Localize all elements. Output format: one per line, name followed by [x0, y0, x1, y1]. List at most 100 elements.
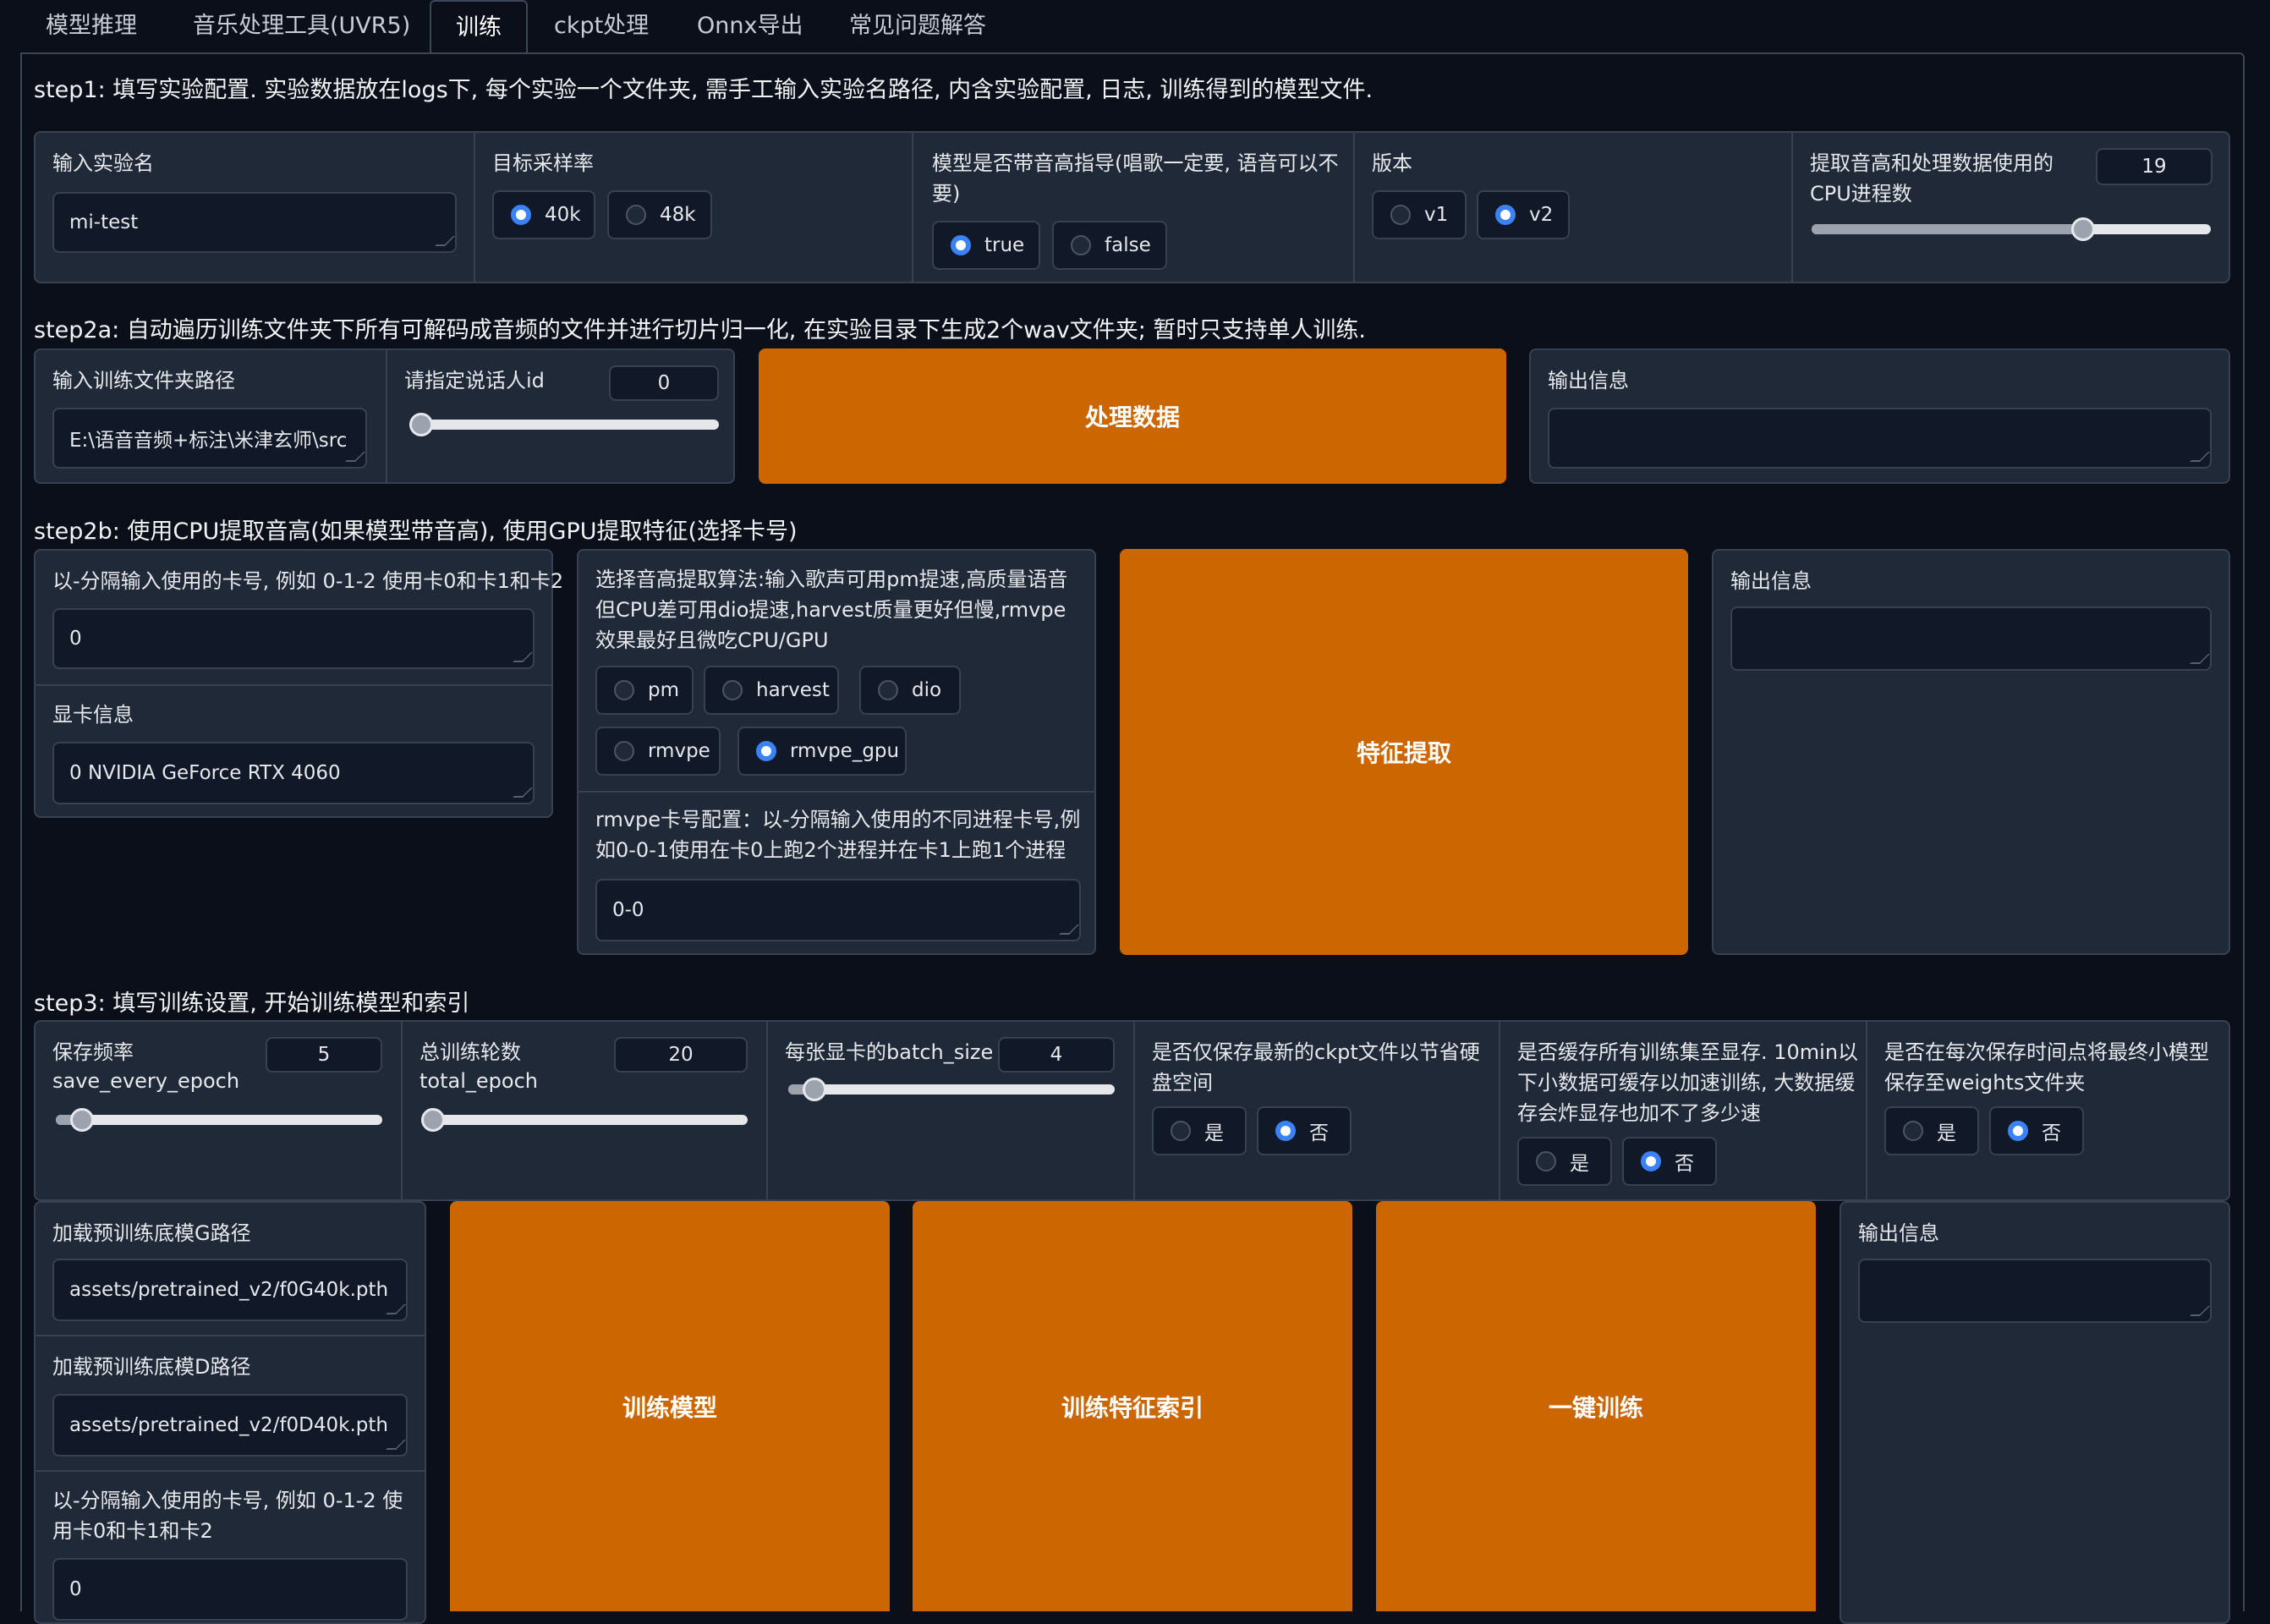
- exp-name-value: mi-test: [69, 211, 139, 233]
- total-epoch-label: 总训练轮数: [419, 1040, 521, 1064]
- slider-thumb[interactable]: [2070, 217, 2095, 241]
- tab-onnx[interactable]: Onnx导出: [697, 0, 803, 52]
- tab-ckpt[interactable]: ckpt处理: [554, 0, 649, 52]
- resize-grip-icon[interactable]: [386, 1440, 406, 1450]
- radio-label: v2: [1529, 204, 1554, 226]
- save-freq-label: 保存频率: [52, 1040, 134, 1064]
- radio-label: pm: [648, 679, 680, 701]
- f0-method-pm[interactable]: pm: [595, 666, 694, 715]
- radio-label: 否: [1309, 1122, 1329, 1144]
- slider-thumb[interactable]: [409, 413, 433, 436]
- step1-title: step1: 填写实验配置. 实验数据放在logs下, 每个实验一个文件夹, 需…: [34, 77, 1374, 103]
- output-label: 输出信息: [1548, 369, 1629, 392]
- tab-inference[interactable]: 模型推理: [46, 0, 137, 52]
- output-label: 输出信息: [1730, 569, 1812, 593]
- train-model-button[interactable]: 训练模型: [450, 1201, 890, 1611]
- save-freq-input[interactable]: 5: [266, 1037, 382, 1073]
- f0-method-harvest[interactable]: harvest: [704, 666, 839, 715]
- radio-unselected-icon: [878, 680, 898, 700]
- train-dir-value: E:\语音音频+标注\米津玄师\src: [69, 430, 348, 452]
- step3-output-textbox[interactable]: [1858, 1259, 2212, 1323]
- f0-method-rmvpe-gpu[interactable]: rmvpe_gpu: [737, 727, 907, 776]
- gpu-panel: 以-分隔输入使用的卡号, 例如 0-1-2 使用卡0和卡1和卡2 0 显卡信息 …: [34, 549, 563, 818]
- exp-name-label: 输入实验名: [52, 151, 154, 175]
- exp-name-input[interactable]: mi-test: [52, 192, 457, 253]
- radio-label: 是: [1570, 1153, 1589, 1175]
- slider-thumb[interactable]: [421, 1108, 445, 1132]
- train-dir-input[interactable]: E:\语音音频+标注\米津玄师\src: [52, 408, 367, 469]
- radio-selected-icon: [756, 741, 776, 761]
- divider: [1353, 133, 1355, 282]
- pretrained-g-label: 加载预训练底模G路径: [52, 1221, 251, 1245]
- cache-gpu-yes[interactable]: 是: [1517, 1137, 1612, 1186]
- train-index-button[interactable]: 训练特征索引: [913, 1201, 1352, 1611]
- process-data-button[interactable]: 处理数据: [759, 348, 1506, 484]
- cache-gpu-no[interactable]: 否: [1622, 1137, 1717, 1186]
- resize-grip-icon[interactable]: [1059, 924, 1079, 935]
- resize-grip-icon[interactable]: [513, 652, 533, 662]
- radio-label: v1: [1424, 204, 1449, 226]
- divider: [1133, 1022, 1135, 1199]
- radio-unselected-icon: [1071, 235, 1091, 255]
- tab-train[interactable]: 训练: [430, 0, 528, 54]
- resize-grip-icon[interactable]: [2190, 654, 2210, 664]
- save-latest-yes[interactable]: 是: [1152, 1106, 1247, 1155]
- speaker-id-input[interactable]: 0: [609, 365, 719, 401]
- speaker-id-slider[interactable]: [409, 413, 719, 436]
- cpu-processes-input[interactable]: 19: [2096, 148, 2212, 185]
- slider-thumb[interactable]: [802, 1078, 826, 1101]
- gpus-input[interactable]: 0: [52, 608, 535, 669]
- batch-size-slider[interactable]: [788, 1078, 1115, 1101]
- one-click-train-button[interactable]: 一键训练: [1376, 1201, 1816, 1611]
- resize-grip-icon[interactable]: [2190, 1306, 2210, 1316]
- step2a-output-textbox[interactable]: [1548, 408, 2212, 469]
- resize-grip-icon[interactable]: [2190, 452, 2210, 462]
- resize-grip-icon[interactable]: [435, 236, 455, 246]
- f0-method-dio[interactable]: dio: [859, 666, 961, 715]
- resize-grip-icon[interactable]: [345, 452, 365, 462]
- divider: [36, 1470, 425, 1472]
- step2b-output-textbox[interactable]: [1730, 606, 2212, 671]
- radio-label: 40k: [545, 204, 581, 226]
- slider-thumb[interactable]: [69, 1108, 94, 1132]
- feature-extract-button[interactable]: 特征提取: [1120, 549, 1688, 955]
- version-v1-radio[interactable]: v1: [1372, 190, 1467, 239]
- version-v2-radio[interactable]: v2: [1477, 190, 1570, 239]
- total-epoch-input[interactable]: 20: [614, 1037, 748, 1073]
- radio-selected-icon: [951, 235, 971, 255]
- tab-uvr5[interactable]: 音乐处理工具(UVR5): [193, 0, 410, 52]
- rmvpe-gpus-value: 0-0: [612, 899, 644, 921]
- gpus-label: 以-分隔输入使用的卡号, 例如 0-1-2 使用卡0和卡1和卡2: [52, 569, 564, 593]
- cache-gpu-label: 是否缓存所有训练集至显存. 10min以下小数据可缓存以加速训练, 大数据缓存会…: [1517, 1040, 1859, 1125]
- radio-unselected-icon: [1171, 1121, 1191, 1141]
- pretrained-g-input[interactable]: assets/pretrained_v2/f0G40k.pth: [52, 1259, 408, 1321]
- save-weights-yes[interactable]: 是: [1884, 1106, 1979, 1155]
- sample-rate-48k[interactable]: 48k: [607, 190, 712, 239]
- sample-rate-40k[interactable]: 40k: [492, 190, 595, 239]
- radio-selected-icon: [1641, 1151, 1661, 1171]
- pretrained-panel: 加载预训练底模G路径 assets/pretrained_v2/f0G40k.p…: [34, 1201, 426, 1624]
- f0-true-radio[interactable]: true: [932, 221, 1040, 270]
- pretrained-d-input[interactable]: assets/pretrained_v2/f0D40k.pth: [52, 1394, 408, 1457]
- gpu-info-textbox[interactable]: 0 NVIDIA GeForce RTX 4060: [52, 742, 535, 804]
- f0-method-rmvpe[interactable]: rmvpe: [595, 727, 721, 776]
- gpu-info-label: 显卡信息: [52, 703, 134, 727]
- sample-rate-label: 目标采样率: [492, 151, 594, 175]
- resize-grip-icon[interactable]: [513, 787, 533, 798]
- batch-size-input[interactable]: 4: [998, 1037, 1115, 1073]
- rmvpe-gpus-input[interactable]: 0-0: [595, 879, 1081, 941]
- save-weights-no[interactable]: 否: [1989, 1106, 2084, 1155]
- total-epoch-slider[interactable]: [421, 1108, 748, 1132]
- radio-label: 48k: [660, 204, 696, 226]
- save-freq-slider[interactable]: [56, 1108, 382, 1132]
- output-label: 输出信息: [1858, 1221, 1939, 1245]
- cpu-processes-slider[interactable]: [1812, 217, 2211, 241]
- resize-grip-icon[interactable]: [386, 1304, 406, 1314]
- f0-false-radio[interactable]: false: [1052, 221, 1167, 270]
- save-latest-no[interactable]: 否: [1257, 1106, 1352, 1155]
- tab-faq[interactable]: 常见问题解答: [849, 0, 986, 52]
- cpu-processes-label: 提取音高和处理数据使用的CPU进程数: [1810, 151, 2053, 206]
- save-latest-label: 是否仅保存最新的ckpt文件以节省硬盘空间: [1152, 1040, 1480, 1095]
- step3-output-panel: 输出信息: [1840, 1201, 2230, 1624]
- radio-unselected-icon: [1536, 1151, 1556, 1171]
